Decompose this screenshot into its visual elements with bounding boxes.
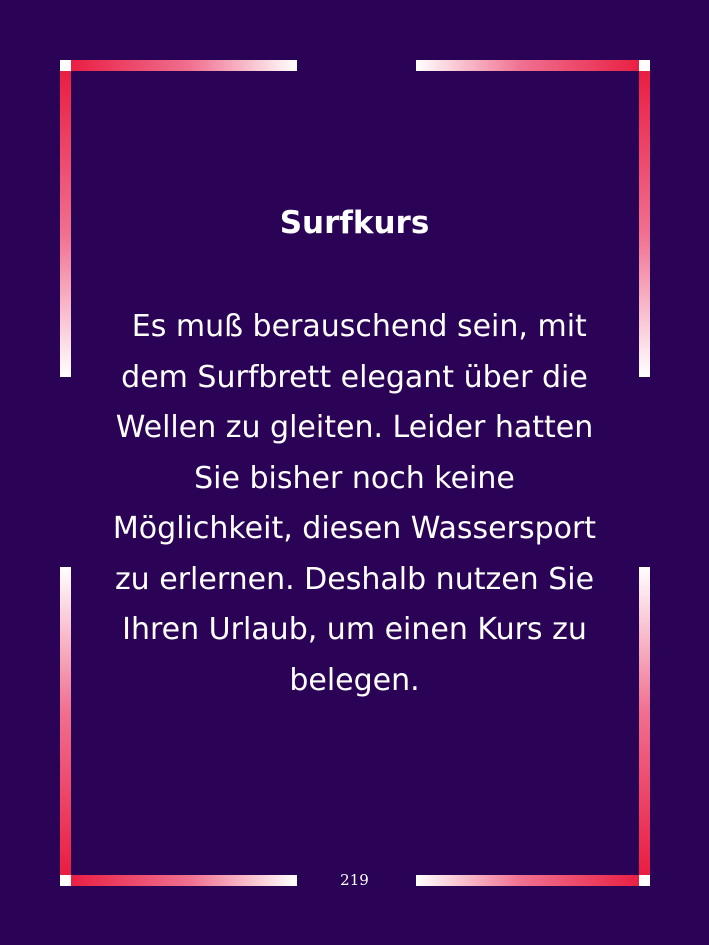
page-number: 219 bbox=[340, 871, 369, 889]
frame-corner-top-right bbox=[639, 60, 650, 71]
card-description: Es muß berauschend sein, mit dem Surfbre… bbox=[112, 309, 597, 698]
frame-top-left-bar bbox=[60, 60, 297, 71]
frame-corner-top-left bbox=[60, 60, 71, 71]
frame-right-lower-bar bbox=[639, 567, 650, 886]
frame-top-right-bar bbox=[416, 60, 650, 71]
card-title: Surfkurs bbox=[279, 205, 430, 241]
frame-left-lower-bar bbox=[60, 567, 71, 886]
